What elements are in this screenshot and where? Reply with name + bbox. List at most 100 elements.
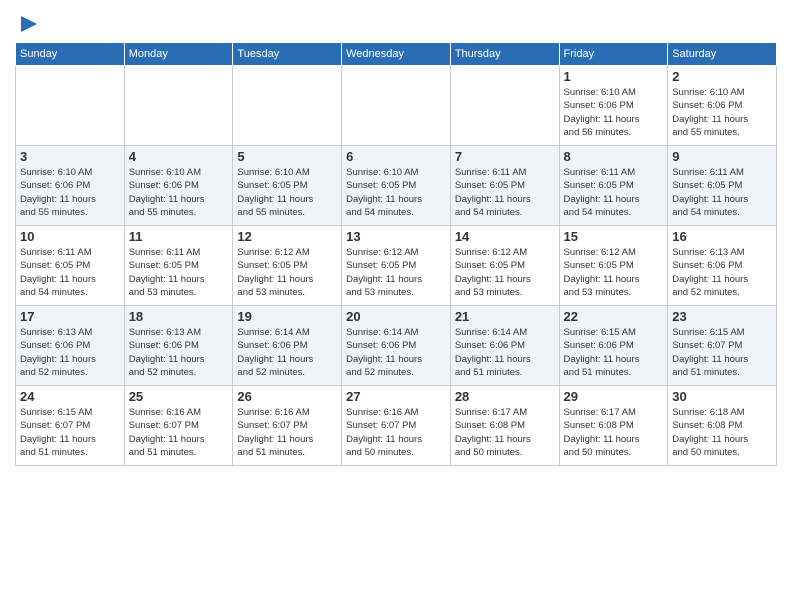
calendar-cell: 17 Sunrise: 6:13 AMSunset: 6:06 PMDayligh… bbox=[16, 306, 125, 386]
calendar-cell: 13 Sunrise: 6:12 AMSunset: 6:05 PMDayligh… bbox=[342, 226, 451, 306]
day-info: Sunrise: 6:14 AMSunset: 6:06 PMDaylight:… bbox=[237, 326, 337, 379]
logo-icon bbox=[17, 12, 41, 36]
calendar-cell: 7Sunrise: 6:11 AMSunset: 6:05 PMDaylight… bbox=[450, 146, 559, 226]
calendar-cell: 29 Sunrise: 6:17 AMSunset: 6:08 PMDayligh… bbox=[559, 386, 668, 466]
day-info: Sunrise: 6:18 AMSunset: 6:08 PMDaylight:… bbox=[672, 406, 772, 459]
weekday-friday: Friday bbox=[559, 43, 668, 66]
day-info: Sunrise: 6:11 AMSunset: 6:05 PMDaylight:… bbox=[564, 166, 664, 219]
day-info: Sunrise: 6:11 AMSunset: 6:05 PMDaylight:… bbox=[672, 166, 772, 219]
calendar-cell: 5 Sunrise: 6:10 AMSunset: 6:05 PMDaylight… bbox=[233, 146, 342, 226]
day-number: 29 bbox=[564, 389, 664, 404]
day-info: Sunrise: 6:13 AMSunset: 6:06 PMDaylight:… bbox=[20, 326, 120, 379]
calendar-cell: 22Sunrise: 6:15 AMSunset: 6:06 PMDayligh… bbox=[559, 306, 668, 386]
calendar-cell bbox=[233, 66, 342, 146]
day-number: 13 bbox=[346, 229, 446, 244]
day-info: Sunrise: 6:11 AMSunset: 6:05 PMDaylight:… bbox=[20, 246, 120, 299]
day-info: Sunrise: 6:16 AMSunset: 6:07 PMDaylight:… bbox=[129, 406, 229, 459]
calendar-table: SundayMondayTuesdayWednesdayThursdayFrid… bbox=[15, 42, 777, 466]
calendar-cell: 30 Sunrise: 6:18 AMSunset: 6:08 PMDayligh… bbox=[668, 386, 777, 466]
week-row-3: 10 Sunrise: 6:11 AMSunset: 6:05 PMDayligh… bbox=[16, 226, 777, 306]
page: SundayMondayTuesdayWednesdayThursdayFrid… bbox=[0, 0, 792, 481]
week-row-2: 3 Sunrise: 6:10 AMSunset: 6:06 PMDaylight… bbox=[16, 146, 777, 226]
day-info: Sunrise: 6:10 AMSunset: 6:06 PMDaylight:… bbox=[672, 86, 772, 139]
day-number: 30 bbox=[672, 389, 772, 404]
calendar-cell: 6 Sunrise: 6:10 AMSunset: 6:05 PMDaylight… bbox=[342, 146, 451, 226]
calendar-cell: 20 Sunrise: 6:14 AMSunset: 6:06 PMDayligh… bbox=[342, 306, 451, 386]
day-number: 18 bbox=[129, 309, 229, 324]
day-number: 28 bbox=[455, 389, 555, 404]
calendar-cell: 9 Sunrise: 6:11 AMSunset: 6:05 PMDaylight… bbox=[668, 146, 777, 226]
day-number: 7 bbox=[455, 149, 555, 164]
day-number: 10 bbox=[20, 229, 120, 244]
calendar-cell: 14Sunrise: 6:12 AMSunset: 6:05 PMDayligh… bbox=[450, 226, 559, 306]
calendar-cell bbox=[342, 66, 451, 146]
calendar-cell: 21 Sunrise: 6:14 AMSunset: 6:06 PMDayligh… bbox=[450, 306, 559, 386]
calendar-cell: 27Sunrise: 6:16 AMSunset: 6:07 PMDayligh… bbox=[342, 386, 451, 466]
day-number: 6 bbox=[346, 149, 446, 164]
day-info: Sunrise: 6:10 AMSunset: 6:06 PMDaylight:… bbox=[564, 86, 664, 139]
day-info: Sunrise: 6:16 AMSunset: 6:07 PMDaylight:… bbox=[237, 406, 337, 459]
day-info: Sunrise: 6:15 AMSunset: 6:07 PMDaylight:… bbox=[672, 326, 772, 379]
day-info: Sunrise: 6:17 AMSunset: 6:08 PMDaylight:… bbox=[455, 406, 555, 459]
calendar-cell: 18 Sunrise: 6:13 AMSunset: 6:06 PMDayligh… bbox=[124, 306, 233, 386]
day-number: 12 bbox=[237, 229, 337, 244]
day-info: Sunrise: 6:12 AMSunset: 6:05 PMDaylight:… bbox=[455, 246, 555, 299]
day-number: 21 bbox=[455, 309, 555, 324]
day-info: Sunrise: 6:15 AMSunset: 6:07 PMDaylight:… bbox=[20, 406, 120, 459]
day-info: Sunrise: 6:10 AMSunset: 6:05 PMDaylight:… bbox=[237, 166, 337, 219]
header bbox=[15, 10, 777, 36]
day-number: 26 bbox=[237, 389, 337, 404]
calendar-cell: 8 Sunrise: 6:11 AMSunset: 6:05 PMDaylight… bbox=[559, 146, 668, 226]
day-number: 19 bbox=[237, 309, 337, 324]
day-info: Sunrise: 6:10 AMSunset: 6:06 PMDaylight:… bbox=[129, 166, 229, 219]
weekday-thursday: Thursday bbox=[450, 43, 559, 66]
week-row-5: 24 Sunrise: 6:15 AMSunset: 6:07 PMDayligh… bbox=[16, 386, 777, 466]
day-info: Sunrise: 6:10 AMSunset: 6:06 PMDaylight:… bbox=[20, 166, 120, 219]
day-info: Sunrise: 6:12 AMSunset: 6:05 PMDaylight:… bbox=[564, 246, 664, 299]
calendar-cell: 26 Sunrise: 6:16 AMSunset: 6:07 PMDayligh… bbox=[233, 386, 342, 466]
day-number: 23 bbox=[672, 309, 772, 324]
day-number: 20 bbox=[346, 309, 446, 324]
calendar-cell: 2 Sunrise: 6:10 AMSunset: 6:06 PMDaylight… bbox=[668, 66, 777, 146]
logo bbox=[15, 10, 41, 36]
day-number: 22 bbox=[564, 309, 664, 324]
day-number: 4 bbox=[129, 149, 229, 164]
calendar-cell: 25 Sunrise: 6:16 AMSunset: 6:07 PMDayligh… bbox=[124, 386, 233, 466]
calendar-cell bbox=[16, 66, 125, 146]
day-number: 5 bbox=[237, 149, 337, 164]
day-info: Sunrise: 6:12 AMSunset: 6:05 PMDaylight:… bbox=[346, 246, 446, 299]
day-number: 9 bbox=[672, 149, 772, 164]
calendar-cell: 1 Sunrise: 6:10 AMSunset: 6:06 PMDaylight… bbox=[559, 66, 668, 146]
calendar-cell: 23 Sunrise: 6:15 AMSunset: 6:07 PMDayligh… bbox=[668, 306, 777, 386]
weekday-sunday: Sunday bbox=[16, 43, 125, 66]
week-row-4: 17 Sunrise: 6:13 AMSunset: 6:06 PMDayligh… bbox=[16, 306, 777, 386]
day-number: 17 bbox=[20, 309, 120, 324]
day-number: 24 bbox=[20, 389, 120, 404]
calendar-cell: 28 Sunrise: 6:17 AMSunset: 6:08 PMDayligh… bbox=[450, 386, 559, 466]
day-info: Sunrise: 6:10 AMSunset: 6:05 PMDaylight:… bbox=[346, 166, 446, 219]
day-info: Sunrise: 6:11 AMSunset: 6:05 PMDaylight:… bbox=[129, 246, 229, 299]
calendar-cell: 11 Sunrise: 6:11 AMSunset: 6:05 PMDayligh… bbox=[124, 226, 233, 306]
day-number: 2 bbox=[672, 69, 772, 84]
weekday-header-row: SundayMondayTuesdayWednesdayThursdayFrid… bbox=[16, 43, 777, 66]
day-info: Sunrise: 6:13 AMSunset: 6:06 PMDaylight:… bbox=[672, 246, 772, 299]
calendar-cell: 3 Sunrise: 6:10 AMSunset: 6:06 PMDaylight… bbox=[16, 146, 125, 226]
weekday-saturday: Saturday bbox=[668, 43, 777, 66]
calendar-cell: 12Sunrise: 6:12 AMSunset: 6:05 PMDayligh… bbox=[233, 226, 342, 306]
calendar-cell bbox=[450, 66, 559, 146]
day-info: Sunrise: 6:17 AMSunset: 6:08 PMDaylight:… bbox=[564, 406, 664, 459]
day-number: 25 bbox=[129, 389, 229, 404]
week-row-1: 1 Sunrise: 6:10 AMSunset: 6:06 PMDaylight… bbox=[16, 66, 777, 146]
day-info: Sunrise: 6:13 AMSunset: 6:06 PMDaylight:… bbox=[129, 326, 229, 379]
day-number: 1 bbox=[564, 69, 664, 84]
day-info: Sunrise: 6:14 AMSunset: 6:06 PMDaylight:… bbox=[346, 326, 446, 379]
calendar-cell: 10 Sunrise: 6:11 AMSunset: 6:05 PMDayligh… bbox=[16, 226, 125, 306]
day-number: 3 bbox=[20, 149, 120, 164]
weekday-wednesday: Wednesday bbox=[342, 43, 451, 66]
calendar-cell: 24 Sunrise: 6:15 AMSunset: 6:07 PMDayligh… bbox=[16, 386, 125, 466]
calendar-cell: 15Sunrise: 6:12 AMSunset: 6:05 PMDayligh… bbox=[559, 226, 668, 306]
day-number: 8 bbox=[564, 149, 664, 164]
day-number: 11 bbox=[129, 229, 229, 244]
day-info: Sunrise: 6:14 AMSunset: 6:06 PMDaylight:… bbox=[455, 326, 555, 379]
day-number: 27 bbox=[346, 389, 446, 404]
